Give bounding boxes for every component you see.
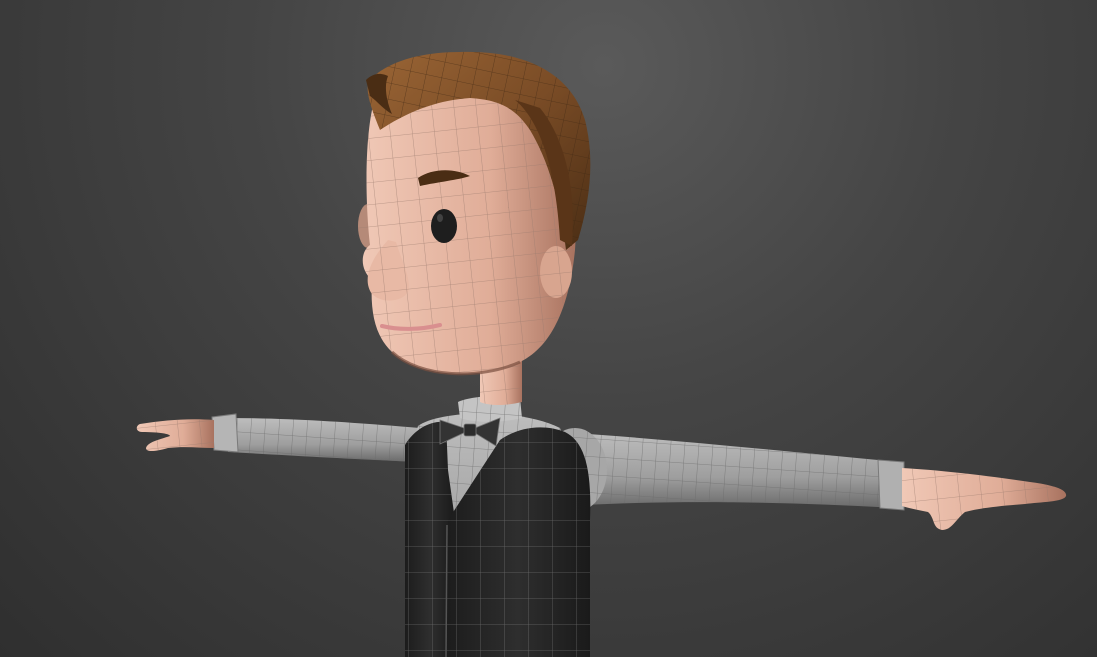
right-arm xyxy=(543,428,1067,530)
vest xyxy=(405,421,591,657)
character-render xyxy=(136,51,1067,657)
3d-viewport[interactable] xyxy=(0,0,1097,657)
eye xyxy=(431,209,457,243)
left-arm xyxy=(136,413,420,462)
